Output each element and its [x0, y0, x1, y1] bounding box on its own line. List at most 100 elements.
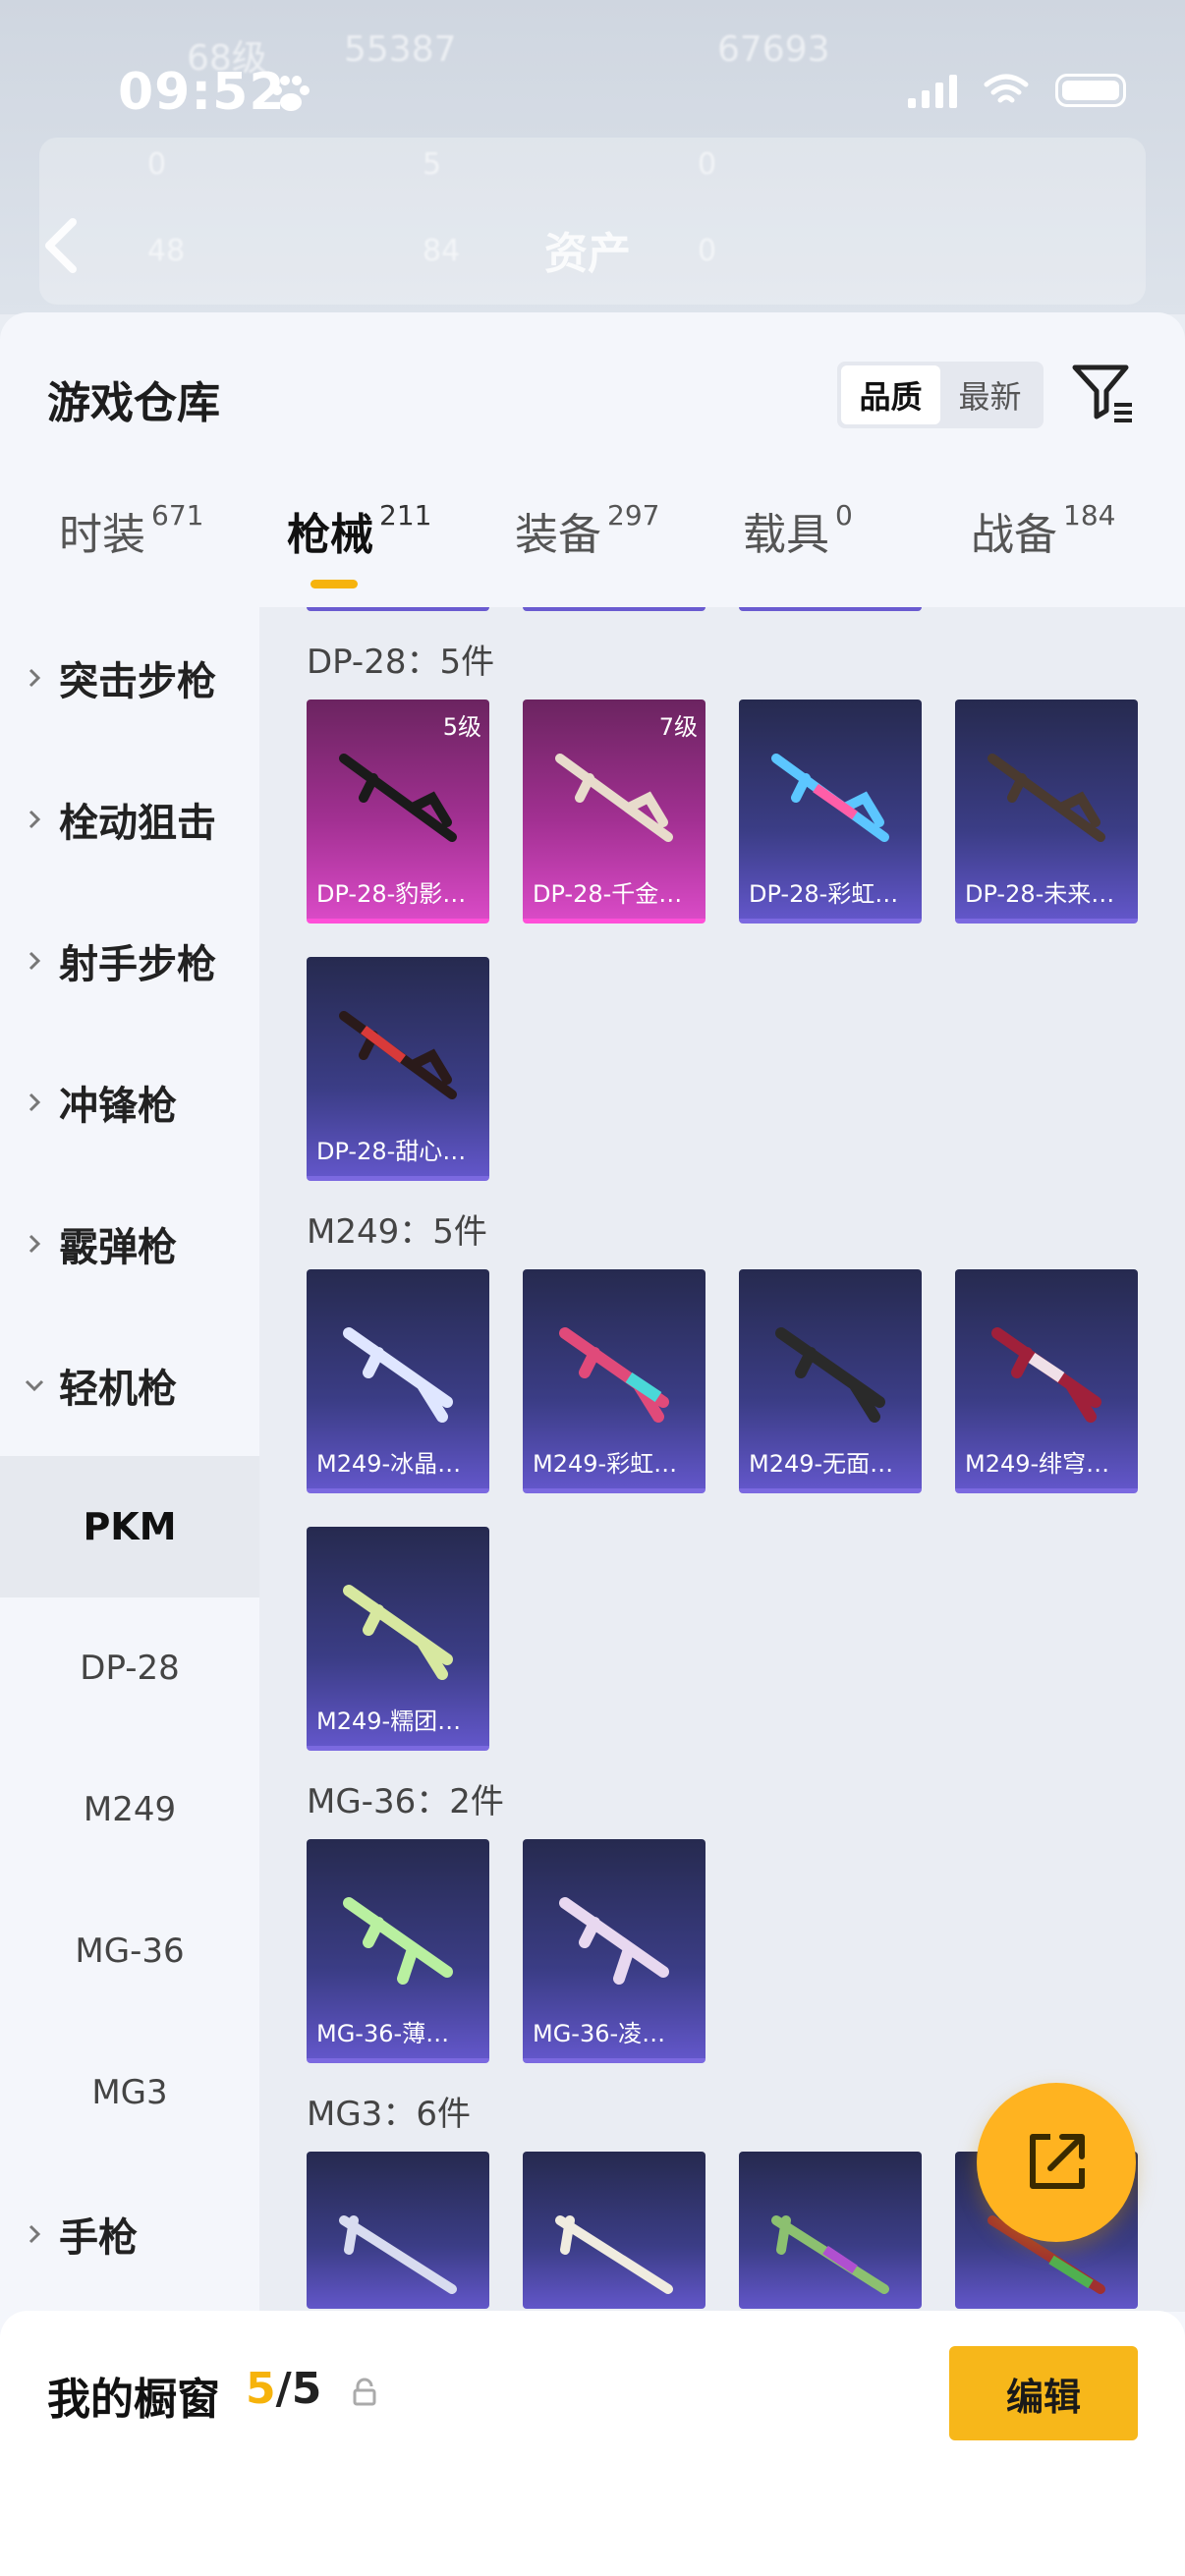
showcase-label: 我的橱窗 [47, 2375, 220, 2425]
status-icons [908, 73, 1126, 108]
item-name: DP-28-甜心… [316, 1138, 467, 1165]
back-icon[interactable] [39, 216, 83, 275]
bg-stat: 5 [423, 147, 442, 182]
background-header: 68级 55387 67693 0 5 0 48 84 0 09:52 资产 [0, 0, 1185, 314]
weapon-card[interactable]: M249-彩虹… [523, 1269, 705, 1493]
gun-icon [771, 754, 889, 842]
category-lmg[interactable]: 轻机枪 [0, 1315, 259, 1456]
filter-icon[interactable] [1071, 360, 1136, 424]
weapon-card[interactable]: DP-28-未来… [955, 700, 1138, 924]
category-label: 冲锋枪 [59, 1084, 177, 1129]
gun-icon [339, 2215, 457, 2294]
item-name: M249-糯团… [316, 1708, 462, 1735]
category-label: 轻机枪 [59, 1367, 177, 1412]
item-name: DP-28-千金… [533, 880, 683, 908]
gun-icon [559, 1327, 669, 1423]
weapon-card[interactable]: M249-冰晶… [307, 1269, 489, 1493]
item-name: DP-28-未来… [965, 880, 1115, 908]
tab-fashion[interactable]: 时装 671 [59, 499, 203, 562]
subcategory-dp28[interactable]: DP-28 [0, 1597, 259, 1739]
chevron-right-icon [28, 810, 41, 829]
category-label: 栓动狙击 [59, 801, 216, 846]
bg-stat: 55387 [344, 29, 457, 70]
background-title: 资产 [544, 229, 631, 279]
gun-icon [343, 1585, 453, 1680]
category-bolt-sniper[interactable]: 栓动狙击 [0, 749, 259, 890]
bg-stat: 0 [698, 147, 717, 182]
item-name: M249-彩虹… [533, 1450, 678, 1478]
card-edge [307, 607, 489, 611]
weapon-card[interactable]: MG-36-薄… [307, 1839, 489, 2063]
category-pistol[interactable]: 手枪 [0, 2163, 259, 2305]
item-name: M249-绯穹… [965, 1450, 1110, 1478]
tab-supplies[interactable]: 战备 184 [971, 499, 1115, 562]
subcategory-pkm[interactable]: PKM [0, 1456, 259, 1597]
gun-icon [775, 1327, 885, 1423]
battery-icon [1055, 74, 1126, 107]
gun-icon [991, 1327, 1101, 1423]
showcase-separator: / [275, 2364, 292, 2414]
gun-icon [339, 1011, 457, 1099]
tab-label: 载具 [743, 510, 829, 560]
tab-count: 184 [1063, 499, 1116, 532]
group-title-mg3: MG3：6件 [307, 2095, 471, 2134]
tab-count: 297 [607, 499, 660, 532]
group-title-mg36: MG-36：2件 [307, 1782, 504, 1821]
category-shotgun[interactable]: 霰弹枪 [0, 1173, 259, 1315]
subcategory-mg36[interactable]: MG-36 [0, 1880, 259, 2022]
item-name: MG-36-薄… [316, 2020, 450, 2047]
weapon-card[interactable]: 7级 DP-28-千金… [523, 700, 705, 924]
tab-bar: 时装 671 枪械 211 装备 297 载具 0 战备 184 [0, 499, 1185, 607]
item-name: MG-36-凌… [533, 2020, 666, 2047]
weapon-card[interactable]: 5级 DP-28-豹影… [307, 700, 489, 924]
card-edge [739, 607, 922, 611]
tab-label: 时装 [59, 510, 145, 560]
bg-stat: 67693 [717, 29, 830, 70]
weapon-card[interactable]: MG-36-凌… [523, 1839, 705, 2063]
tab-equipment[interactable]: 装备 297 [515, 499, 659, 562]
category-label: 霰弹枪 [59, 1225, 177, 1270]
tab-count: 0 [835, 499, 853, 532]
category-marksman-rifle[interactable]: 射手步枪 [0, 890, 259, 1032]
weapon-card[interactable]: M249-糯团… [307, 1527, 489, 1751]
bg-stat: 48 [147, 234, 186, 268]
category-smg[interactable]: 冲锋枪 [0, 1032, 259, 1173]
subcategory-m249[interactable]: M249 [0, 1739, 259, 1880]
tab-label: 装备 [515, 510, 601, 560]
weapon-card[interactable]: DP-28-甜心… [307, 957, 489, 1181]
edit-button[interactable]: 编辑 [949, 2346, 1138, 2440]
wifi-icon [984, 74, 1029, 103]
weapon-card[interactable]: M249-绯穹… [955, 1269, 1138, 1493]
category-assault-rifle[interactable]: 突击步枪 [0, 607, 259, 749]
status-time: 09:52 [118, 63, 286, 122]
group-title-dp28: DP-28：5件 [307, 643, 495, 682]
weapon-card[interactable]: M249-无面… [739, 1269, 922, 1493]
gun-icon [555, 754, 673, 842]
share-button[interactable] [977, 2083, 1136, 2242]
chevron-right-icon [28, 1234, 41, 1254]
level-badge: 7级 [658, 713, 698, 741]
group-title-m249: M249：5件 [307, 1212, 487, 1252]
tab-vehicles[interactable]: 载具 0 [743, 499, 853, 562]
item-name: DP-28-豹影… [316, 880, 467, 908]
sort-quality-button[interactable]: 品质 [841, 365, 940, 424]
weapon-card[interactable] [307, 2152, 489, 2309]
paw-icon [272, 76, 310, 111]
weapon-card[interactable] [523, 2152, 705, 2309]
showcase-current: 5 [246, 2364, 276, 2414]
sort-newest-button[interactable]: 最新 [940, 365, 1040, 424]
category-label: 手枪 [59, 2215, 138, 2261]
gun-icon [559, 1897, 669, 1985]
category-rail: 突击步枪 栓动狙击 射手步枪 冲锋枪 霰弹枪 轻机枪 PKM DP-28 M24… [0, 607, 259, 2576]
lock-icon [353, 2378, 376, 2406]
gun-icon [988, 754, 1105, 842]
weapon-card[interactable]: DP-28-彩虹… [739, 700, 922, 924]
chevron-down-icon [25, 1379, 44, 1392]
tab-guns[interactable]: 枪械 211 [287, 499, 431, 562]
chevron-right-icon [28, 1092, 41, 1112]
chevron-right-icon [28, 951, 41, 971]
subcategory-mg3[interactable]: MG3 [0, 2022, 259, 2163]
gun-icon [771, 2215, 889, 2294]
chevron-right-icon [28, 2224, 41, 2244]
weapon-card[interactable] [739, 2152, 922, 2309]
